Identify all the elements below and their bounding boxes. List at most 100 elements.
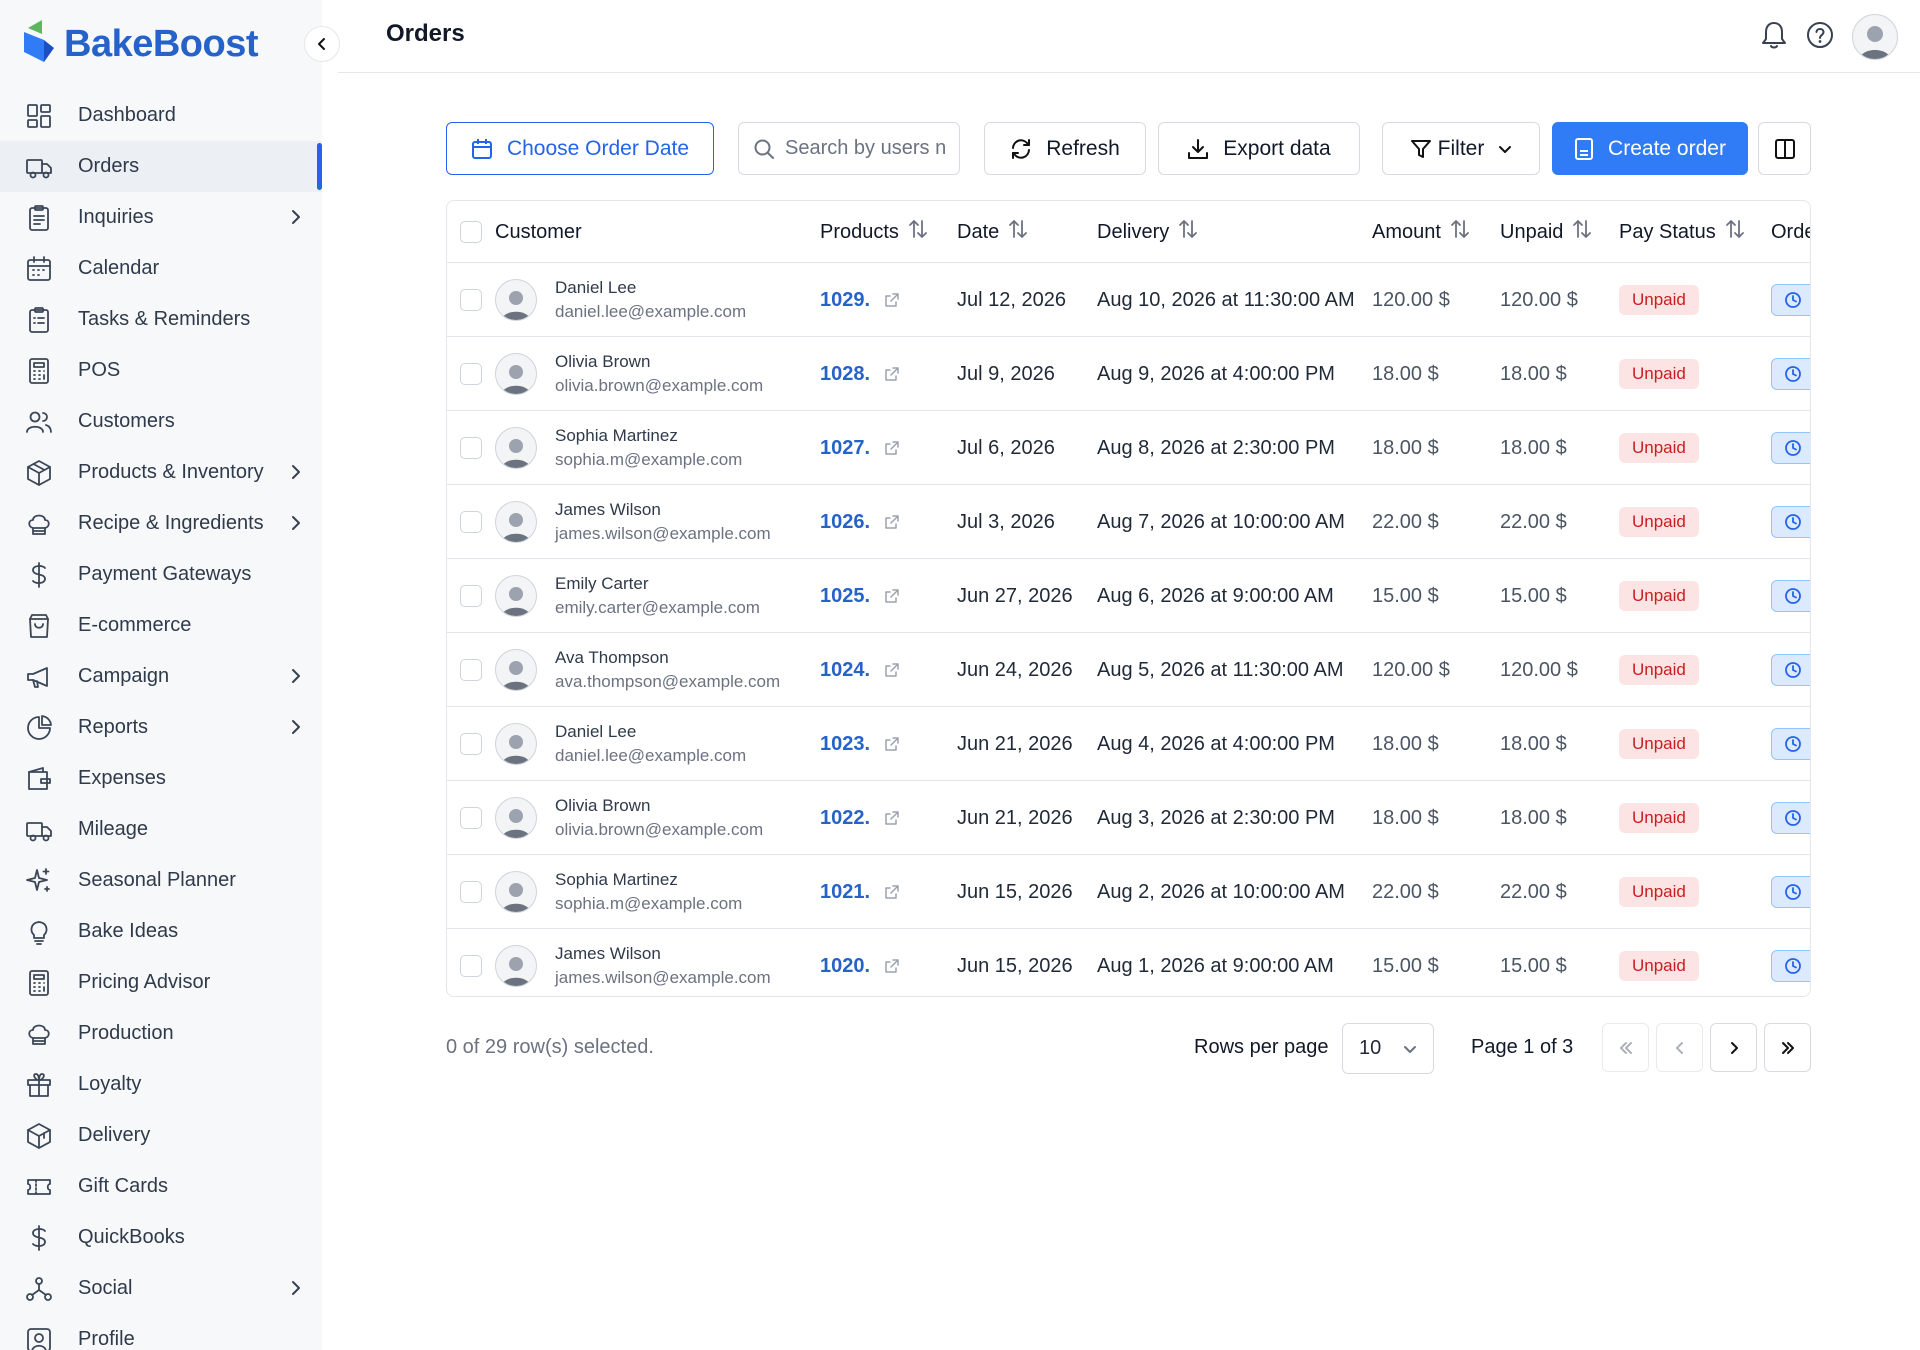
order-status-badge[interactable] <box>1771 580 1810 612</box>
chevron-right-icon[interactable] <box>288 715 304 745</box>
sidebar-item-orders[interactable]: Orders <box>0 141 322 192</box>
order-status-badge[interactable] <box>1771 728 1810 760</box>
table-row[interactable]: Emily Carter emily.carter@example.com 1025… <box>447 559 1810 633</box>
next-page-button[interactable] <box>1710 1023 1757 1072</box>
choose-order-date-button[interactable]: Choose Order Date <box>446 122 714 175</box>
sidebar-item-tasks-reminders[interactable]: Tasks & Reminders <box>0 294 322 345</box>
external-link-icon[interactable] <box>884 514 900 530</box>
chevron-right-icon[interactable] <box>288 511 304 541</box>
sidebar-item-customers[interactable]: Customers <box>0 396 322 447</box>
sidebar-item-recipe-ingredients[interactable]: Recipe & Ingredients <box>0 498 322 549</box>
sidebar-item-production[interactable]: Production <box>0 1008 322 1059</box>
row-checkbox[interactable] <box>460 659 482 681</box>
table-row[interactable]: Sophia Martinez sophia.m@example.com 1027.… <box>447 411 1810 485</box>
row-checkbox[interactable] <box>460 881 482 903</box>
sidebar-item-products-inventory[interactable]: Products & Inventory <box>0 447 322 498</box>
sort-icon[interactable] <box>1571 218 1593 246</box>
chevron-right-icon[interactable] <box>288 205 304 235</box>
sidebar-item-profile[interactable]: Profile <box>0 1314 322 1350</box>
order-status-badge[interactable] <box>1771 876 1810 908</box>
external-link-icon[interactable] <box>884 588 900 604</box>
chevron-right-icon[interactable] <box>288 460 304 490</box>
order-number-link[interactable]: 1027. <box>820 437 870 460</box>
sidebar-item-inquiries[interactable]: Inquiries <box>0 192 322 243</box>
order-number-link[interactable]: 1026. <box>820 511 870 534</box>
row-checkbox[interactable] <box>460 807 482 829</box>
external-link-icon[interactable] <box>884 440 900 456</box>
sidebar-item-bake-ideas[interactable]: Bake Ideas <box>0 906 322 957</box>
bell-icon[interactable] <box>1760 20 1788 55</box>
help-icon[interactable] <box>1806 21 1834 54</box>
chevron-right-icon[interactable] <box>288 1276 304 1306</box>
column-pay-status[interactable]: Pay Status <box>1619 201 1746 263</box>
sidebar-item-payment-gateways[interactable]: Payment Gateways <box>0 549 322 600</box>
collapse-sidebar-button[interactable] <box>304 26 340 62</box>
order-status-badge[interactable] <box>1771 802 1810 834</box>
external-link-icon[interactable] <box>884 292 900 308</box>
row-checkbox[interactable] <box>460 585 482 607</box>
column-products[interactable]: Products <box>820 201 929 263</box>
export-data-button[interactable]: Export data <box>1158 122 1360 175</box>
chevron-right-icon[interactable] <box>288 664 304 694</box>
order-status-badge[interactable] <box>1771 506 1810 538</box>
column-unpaid[interactable]: Unpaid <box>1500 201 1593 263</box>
sidebar-item-campaign[interactable]: Campaign <box>0 651 322 702</box>
table-row[interactable]: Ava Thompson ava.thompson@example.com 1024… <box>447 633 1810 707</box>
sort-icon[interactable] <box>1007 218 1029 246</box>
order-number-link[interactable]: 1021. <box>820 881 870 904</box>
external-link-icon[interactable] <box>884 662 900 678</box>
order-number-link[interactable]: 1029. <box>820 289 870 312</box>
table-row[interactable]: James Wilson james.wilson@example.com 1026… <box>447 485 1810 559</box>
rows-per-page-select[interactable]: 10 <box>1342 1023 1434 1074</box>
order-status-badge[interactable] <box>1771 284 1810 316</box>
external-link-icon[interactable] <box>884 884 900 900</box>
external-link-icon[interactable] <box>884 366 900 382</box>
select-all-checkbox[interactable] <box>460 201 482 263</box>
sort-icon[interactable] <box>1177 218 1199 246</box>
sidebar-item-dashboard[interactable]: Dashboard <box>0 90 322 141</box>
external-link-icon[interactable] <box>884 736 900 752</box>
first-page-button[interactable] <box>1602 1023 1649 1072</box>
table-row[interactable]: Olivia Brown olivia.brown@example.com 1022… <box>447 781 1810 855</box>
column-order-status[interactable]: Orde <box>1771 201 1810 263</box>
sidebar-item-gift-cards[interactable]: Gift Cards <box>0 1161 322 1212</box>
row-checkbox[interactable] <box>460 955 482 977</box>
column-date[interactable]: Date <box>957 201 1029 263</box>
order-status-badge[interactable] <box>1771 654 1810 686</box>
sidebar-item-e-commerce[interactable]: E-commerce <box>0 600 322 651</box>
refresh-button[interactable]: Refresh <box>984 122 1146 175</box>
table-row[interactable]: Sophia Martinez sophia.m@example.com 1021.… <box>447 855 1810 929</box>
sidebar-item-quickbooks[interactable]: QuickBooks <box>0 1212 322 1263</box>
row-checkbox[interactable] <box>460 437 482 459</box>
order-number-link[interactable]: 1024. <box>820 659 870 682</box>
order-number-link[interactable]: 1022. <box>820 807 870 830</box>
sidebar-item-loyalty[interactable]: Loyalty <box>0 1059 322 1110</box>
search-input[interactable] <box>785 137 945 160</box>
user-avatar[interactable] <box>1852 14 1898 60</box>
create-order-button[interactable]: Create order <box>1552 122 1748 175</box>
sidebar-item-expenses[interactable]: Expenses <box>0 753 322 804</box>
row-checkbox[interactable] <box>460 363 482 385</box>
sidebar-item-calendar[interactable]: Calendar <box>0 243 322 294</box>
row-checkbox[interactable] <box>460 733 482 755</box>
order-number-link[interactable]: 1023. <box>820 733 870 756</box>
toggle-columns-button[interactable] <box>1758 122 1811 175</box>
table-row[interactable]: Olivia Brown olivia.brown@example.com 1028… <box>447 337 1810 411</box>
sidebar-item-seasonal-planner[interactable]: Seasonal Planner <box>0 855 322 906</box>
external-link-icon[interactable] <box>884 958 900 974</box>
checkbox[interactable] <box>460 221 482 243</box>
sort-icon[interactable] <box>1449 218 1471 246</box>
sidebar-item-reports[interactable]: Reports <box>0 702 322 753</box>
search-box[interactable] <box>738 122 960 175</box>
row-checkbox[interactable] <box>460 289 482 311</box>
order-status-badge[interactable] <box>1771 358 1810 390</box>
sidebar-item-pos[interactable]: POS <box>0 345 322 396</box>
column-delivery[interactable]: Delivery <box>1097 201 1199 263</box>
table-row[interactable]: Daniel Lee daniel.lee@example.com 1023. Jun… <box>447 707 1810 781</box>
sidebar-item-mileage[interactable]: Mileage <box>0 804 322 855</box>
filter-button[interactable]: Filter <box>1382 122 1540 175</box>
sort-icon[interactable] <box>1724 218 1746 246</box>
order-number-link[interactable]: 1025. <box>820 585 870 608</box>
order-status-badge[interactable] <box>1771 950 1810 982</box>
table-row[interactable]: Daniel Lee daniel.lee@example.com 1029. Jul… <box>447 263 1810 337</box>
